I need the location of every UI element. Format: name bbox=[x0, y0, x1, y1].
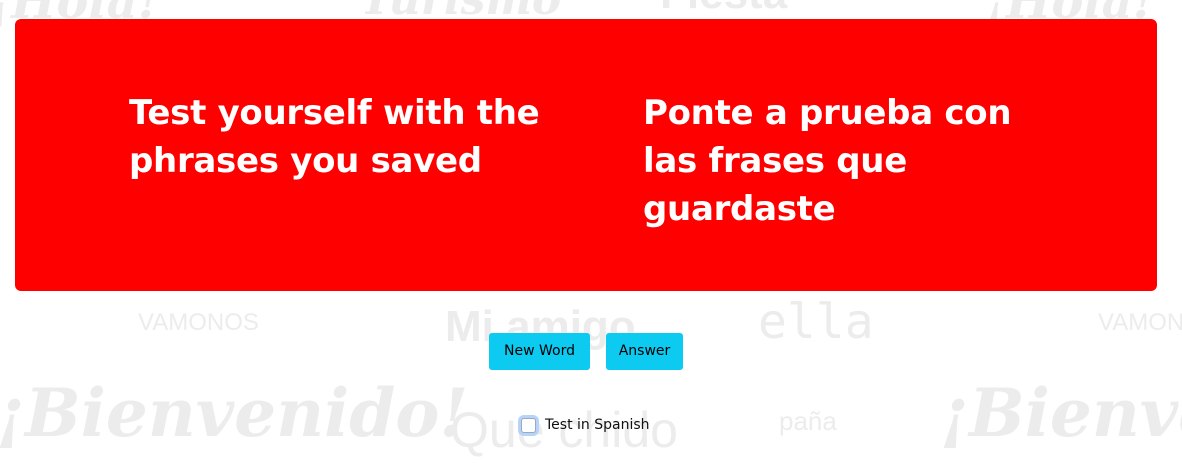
bg-word-ella: ella bbox=[758, 294, 874, 350]
test-in-spanish-option[interactable]: Test in Spanish bbox=[521, 414, 650, 436]
bg-word-vamonos-1: VAMONOS bbox=[138, 309, 259, 336]
bg-word-vamonos-2: VAMONOS bbox=[1098, 309, 1182, 336]
bg-word-bienvenido-2: ¡Bienve bbox=[940, 374, 1182, 452]
new-word-button[interactable]: New Word bbox=[489, 333, 590, 370]
flashcard-page: ¡Hola! Turismo Fiesta ¡Hola! VAMONOS Mi … bbox=[0, 0, 1182, 473]
hero-card: Test yourself with the phrases you saved… bbox=[15, 19, 1157, 291]
bg-word-fiesta: Fiesta bbox=[660, 0, 787, 16]
bg-word-bienvenido-1: ¡Bienvenido! bbox=[0, 374, 469, 452]
test-in-spanish-checkbox[interactable] bbox=[521, 417, 536, 433]
bg-word-espana: paña bbox=[779, 406, 837, 436]
hero-english-text: Test yourself with the phrases you saved bbox=[129, 93, 540, 181]
test-in-spanish-label: Test in Spanish bbox=[545, 417, 650, 433]
hero-spanish-text: Ponte a prueba con las frases que guarda… bbox=[643, 93, 1012, 229]
answer-button[interactable]: Answer bbox=[606, 333, 683, 370]
